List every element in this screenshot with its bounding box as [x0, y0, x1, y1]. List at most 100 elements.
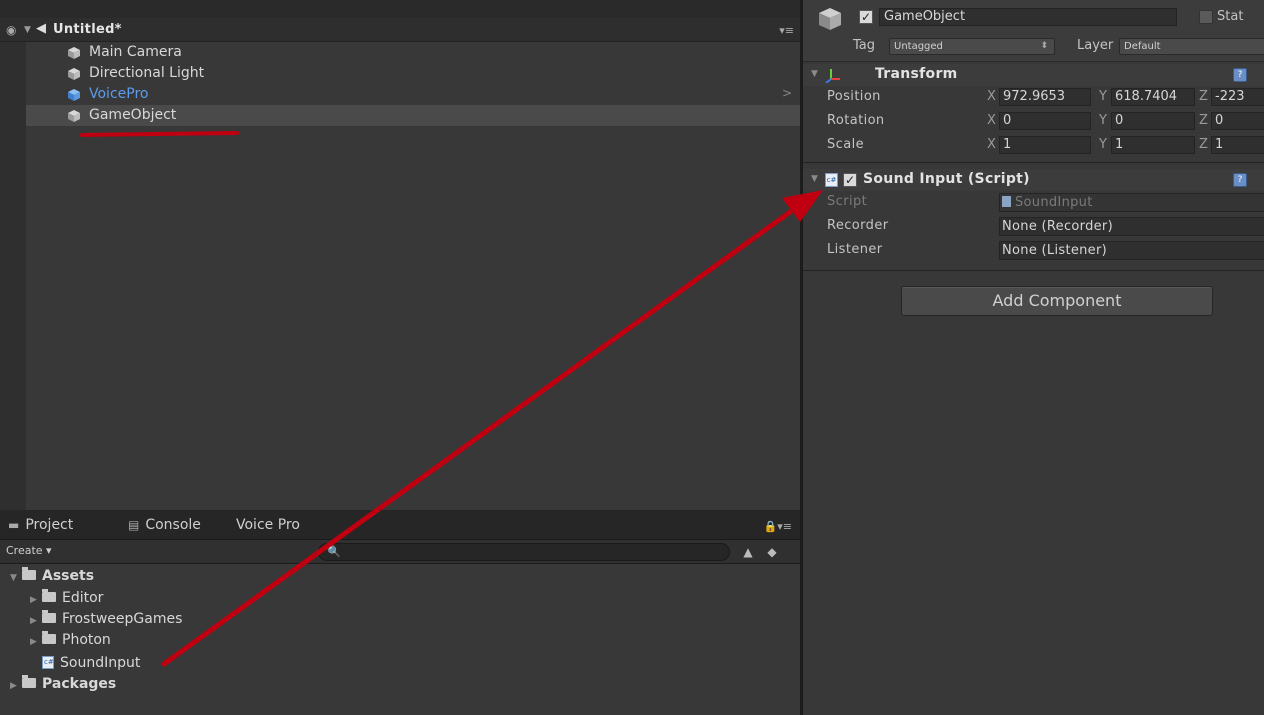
tree-item-editor[interactable]: ▶ Editor [30, 589, 103, 612]
recorder-row: Recorder None (Recorder) [803, 215, 1264, 239]
script-file-icon [1002, 196, 1011, 207]
hierarchy-gutter [0, 42, 26, 510]
unity-scene-icon: ◀ [36, 21, 46, 36]
foldout-arrow-icon[interactable]: ▼ [24, 25, 31, 35]
create-dropdown[interactable]: Create ▾ [6, 544, 52, 557]
filter-by-label-icon[interactable]: ◆ [764, 544, 780, 560]
component-separator [803, 270, 1264, 271]
foldout-arrow-icon[interactable]: ▶ [30, 595, 42, 605]
hierarchy-toolbar [0, 0, 800, 18]
component-title: Sound Input (Script) [863, 171, 1030, 187]
dropdown-arrow-icon: ⬍ [1040, 41, 1048, 51]
gameobject-cube-icon [68, 68, 80, 80]
axis-x-label: X [987, 113, 996, 128]
hierarchy-item-label: Main Camera [89, 44, 182, 60]
project-toolbar: Create ▾ 🔍 ▲ ◆ [0, 540, 800, 564]
eye-icon[interactable]: ◉ [6, 23, 20, 37]
transform-header[interactable]: ▼ Transform ? [803, 64, 1264, 86]
component-separator [803, 162, 1264, 163]
tree-item-frostweepgames[interactable]: ▶ FrostweepGames [30, 610, 182, 633]
hierarchy-panel: ◉ ▼ ◀ Untitled* ▾≡ Main Camera Direction… [0, 0, 800, 510]
foldout-arrow-icon[interactable]: ▼ [811, 174, 818, 184]
hierarchy-item-directional-light[interactable]: Directional Light [26, 63, 800, 84]
tag-label: Tag [853, 38, 876, 53]
console-icon: ▤ [128, 518, 140, 532]
active-checkbox[interactable]: ✓ [859, 10, 873, 24]
scale-label: Scale [827, 137, 864, 152]
transform-axes-icon [825, 69, 840, 83]
axis-y-label: Y [1099, 137, 1107, 152]
component-enabled-checkbox[interactable]: ✓ [843, 173, 857, 187]
tree-item-soundinput[interactable]: SoundInput [42, 654, 140, 676]
sound-input-header[interactable]: ▼ c# ✓ Sound Input (Script) ? [803, 169, 1264, 191]
position-label: Position [827, 89, 881, 104]
scale-z-field[interactable]: 1 [1211, 136, 1264, 154]
scene-row[interactable]: ◉ ▼ ◀ Untitled* ▾≡ [0, 18, 800, 42]
gameobject-cube-icon [68, 47, 80, 59]
scale-y-field[interactable]: 1 [1111, 136, 1195, 154]
position-row: Position X 972.9653 Y 618.7404 Z -223 [803, 86, 1264, 110]
layer-dropdown[interactable]: Default [1119, 38, 1264, 55]
foldout-arrow-icon[interactable]: ▶ [30, 637, 42, 647]
lock-menu-icon[interactable]: 🔒▾≡ [764, 520, 792, 533]
help-icon[interactable]: ? [1233, 173, 1247, 187]
scale-x-field[interactable]: 1 [999, 136, 1091, 154]
folder-icon [22, 567, 36, 580]
static-checkbox[interactable] [1199, 10, 1213, 24]
axis-x-label: X [987, 137, 996, 152]
gameobject-name-field[interactable]: GameObject [879, 8, 1177, 26]
rotation-label: Rotation [827, 113, 885, 128]
search-icon: 🔍 [327, 545, 341, 558]
hierarchy-item-voicepro[interactable]: VoicePro > [26, 84, 800, 105]
filter-by-type-icon[interactable]: ▲ [740, 544, 756, 560]
recorder-field[interactable]: None (Recorder) [999, 217, 1264, 236]
chevron-right-icon[interactable]: > [782, 86, 792, 100]
panel-menu-icon[interactable]: ▾≡ [779, 24, 794, 37]
listener-label: Listener [827, 242, 883, 257]
hierarchy-item-label: Directional Light [89, 65, 205, 81]
script-label: Script [827, 194, 868, 209]
help-icon[interactable]: ? [1233, 68, 1247, 82]
project-tabbar: ▬ Project ▤ Console Voice Pro 🔒▾≡ [0, 510, 800, 540]
position-z-field[interactable]: -223 [1211, 88, 1264, 106]
scale-row: Scale X 1 Y 1 Z 1 [803, 134, 1264, 158]
folder-icon [42, 589, 56, 602]
rotation-y-field[interactable]: 0 [1111, 112, 1195, 130]
gameobject-cube-icon [68, 110, 80, 122]
tab-voice-pro[interactable]: Voice Pro [236, 517, 300, 533]
listener-row: Listener None (Listener) [803, 239, 1264, 263]
axis-y-label: Y [1099, 89, 1107, 104]
tab-project[interactable]: ▬ Project [8, 517, 73, 533]
csharp-script-icon: c# [825, 173, 838, 187]
foldout-arrow-icon[interactable]: ▶ [30, 616, 42, 626]
add-component-button[interactable]: Add Component [901, 286, 1213, 316]
foldout-arrow-icon[interactable]: ▶ [10, 681, 22, 691]
axis-y-label: Y [1099, 113, 1107, 128]
axis-x-label: X [987, 89, 996, 104]
foldout-arrow-icon[interactable]: ▼ [10, 573, 22, 583]
tree-item-packages[interactable]: ▶ Packages [10, 675, 116, 698]
search-input[interactable]: 🔍 [318, 543, 730, 561]
hierarchy-item-label: VoicePro [89, 86, 149, 102]
project-panel: ▬ Project ▤ Console Voice Pro 🔒▾≡ Create ▾… [0, 510, 800, 715]
rotation-z-field[interactable]: 0 [1211, 112, 1264, 130]
position-x-field[interactable]: 972.9653 [999, 88, 1091, 106]
tag-dropdown[interactable]: Untagged ⬍ [889, 38, 1055, 55]
csharp-script-icon [42, 656, 54, 669]
foldout-arrow-icon[interactable]: ▼ [811, 69, 818, 79]
axis-z-label: Z [1199, 89, 1208, 104]
component-title: Transform [875, 66, 958, 82]
rotation-x-field[interactable]: 0 [999, 112, 1091, 130]
hierarchy-item-main-camera[interactable]: Main Camera [26, 42, 800, 63]
prefab-cube-icon [68, 89, 80, 101]
listener-field[interactable]: None (Listener) [999, 241, 1264, 260]
static-label: Stat [1217, 9, 1244, 24]
hierarchy-item-gameobject[interactable]: GameObject [26, 105, 800, 126]
inspector-header: ✓ GameObject Stat Tag Untagged ⬍ Layer De… [803, 0, 1264, 62]
tree-item-assets[interactable]: ▼ Assets [10, 567, 94, 590]
rotation-row: Rotation X 0 Y 0 Z 0 [803, 110, 1264, 134]
tab-console[interactable]: ▤ Console [128, 517, 201, 533]
position-y-field[interactable]: 618.7404 [1111, 88, 1195, 106]
tree-item-photon[interactable]: ▶ Photon [30, 631, 111, 654]
gameobject-cube-icon [819, 8, 841, 30]
